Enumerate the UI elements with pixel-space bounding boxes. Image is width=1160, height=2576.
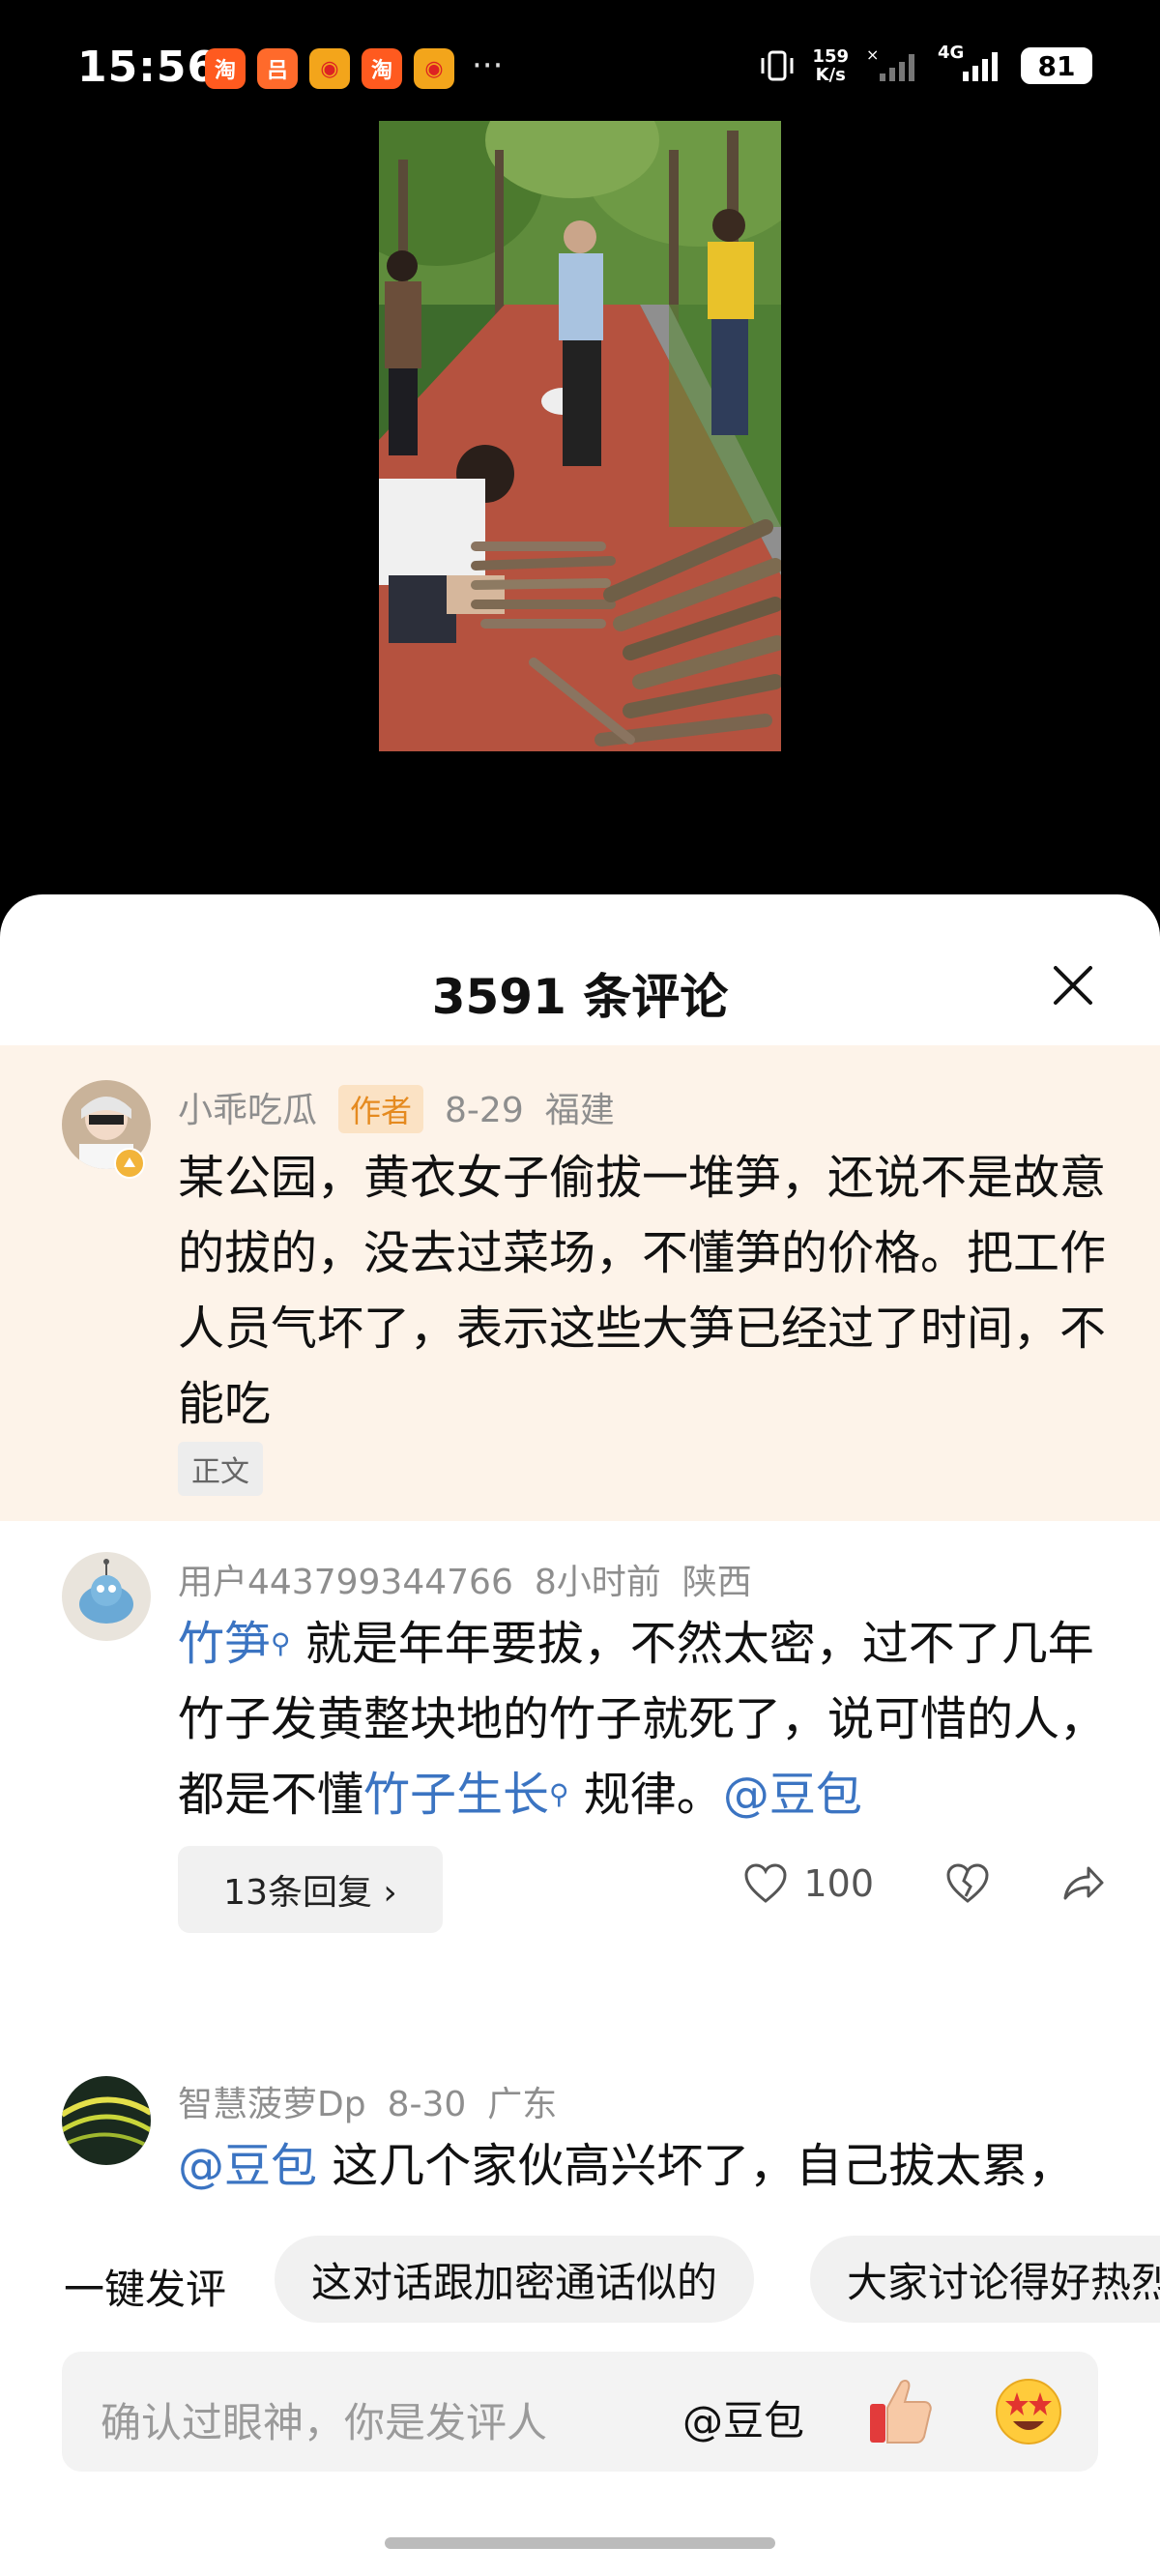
vibrate-icon (761, 50, 794, 81)
mention-link[interactable]: @豆包 (723, 1768, 862, 1822)
system-indicators: 159 K/s × 4G 81 (758, 43, 1092, 85)
net-speed: 159 K/s (812, 46, 849, 85)
signal-4g-icon: 4G (938, 43, 1005, 85)
comment-location: 广东 (487, 2085, 558, 2124)
view-replies-button[interactable]: 13条回复 › (178, 1846, 443, 1933)
search-small-icon: ⚲ (549, 1778, 569, 1810)
comment-text: 某公园，黄衣女子偷拔一堆笋，还说不是故意的拔的，没去过菜场，不懂笋的价格。把工作… (178, 1151, 1107, 1431)
comment-meta: 用户443799344766 8小时前 陕西 (178, 1554, 773, 1604)
comment-input-bar: 确认过眼神，你是发评人 @豆包 (0, 2332, 1160, 2576)
taobao-icon: 淘 (362, 48, 402, 89)
svg-text:×: × (866, 46, 879, 64)
username[interactable]: 智慧菠萝Dp (178, 2085, 366, 2124)
main-text-tag: 正文 (178, 1442, 263, 1496)
comment-actions: 100 (741, 1859, 1106, 1908)
comment-date: 8小时前 (534, 1563, 661, 1602)
comment-location: 福建 (544, 1091, 615, 1130)
quick-comment-chip[interactable]: 大家讨论得好热烈 (810, 2236, 1160, 2323)
weibo-icon: ◉ (414, 48, 454, 89)
author-comment: 小乖吃瓜 作者 8-29 福建 某公园，黄衣女子偷拔一堆笋，还说不是故意的拔的，没去过… (0, 1045, 1160, 1521)
close-icon[interactable] (1050, 962, 1096, 1009)
status-time: 15:56 (77, 43, 218, 92)
quick-comment-bar: 一键发评 这对话跟加密通话似的 大家讨论得好热烈 (0, 2226, 1160, 2332)
author-tag: 作者 (338, 1085, 424, 1133)
taobao-icon: 淘 (205, 48, 246, 89)
video-frame (379, 121, 781, 751)
comment-meta: 智慧菠萝Dp 8-30 广东 (178, 2076, 578, 2126)
topic-link[interactable]: 竹笋 (178, 1617, 271, 1671)
delivery-icon: 吕 (257, 48, 298, 89)
search-small-icon: ⚲ (271, 1627, 291, 1659)
comment-input-placeholder: 确认过眼神，你是发评人 (101, 2399, 548, 2446)
avatar[interactable] (62, 1552, 151, 1641)
like-icon[interactable] (741, 1859, 790, 1908)
comment-location: 陕西 (682, 1563, 752, 1602)
avatar[interactable] (62, 2076, 151, 2165)
username[interactable]: 用户443799344766 (178, 1563, 513, 1602)
username[interactable]: 小乖吃瓜 (178, 1091, 317, 1130)
quick-comment-chip[interactable]: 这对话跟加密通话似的 (275, 2236, 755, 2323)
share-icon[interactable] (1058, 1859, 1106, 1908)
quick-comment-label: 一键发评 (64, 2266, 227, 2313)
mention-link[interactable]: @豆包 (178, 2139, 317, 2193)
comments-count-title: 3591 条评论 (431, 969, 729, 1025)
video-player[interactable] (379, 121, 781, 751)
signal-weak-icon: × (866, 46, 914, 81)
mention-doubao-button[interactable]: @豆包 (682, 2388, 804, 2447)
comment-item: 智慧菠萝Dp 8-30 广东 @豆包 这几个家伙高兴坏了，自己拔太累， (0, 2066, 1160, 2226)
comment-date: 8-29 (445, 1091, 524, 1130)
dislike-icon[interactable] (943, 1859, 992, 1908)
like-count: 100 (803, 1862, 874, 1905)
comment-date: 8-30 (387, 2085, 467, 2124)
creator-badge-icon (114, 1148, 145, 1179)
home-indicator[interactable] (385, 2537, 775, 2549)
topic-link[interactable]: 竹子生长 (363, 1768, 549, 1822)
comment-text: 竹笋⚲ 就是年年要拔，不然太密，过不了几年竹子发黄整块地的竹子就死了，说可惜的人… (178, 1617, 1107, 1822)
thumbs-up-icon[interactable] (864, 2373, 936, 2450)
status-bar: 15:56 淘 吕 ◉ 淘 ◉ ··· 159 K/s × 4G 81 (0, 0, 1160, 135)
weibo-icon: ◉ (309, 48, 350, 89)
comment-text: @豆包 这几个家伙高兴坏了，自己拔太累， (178, 2139, 1075, 2193)
comment-meta: 小乖吃瓜 作者 8-29 福建 (178, 1082, 636, 1133)
notification-icons: 淘 吕 ◉ 淘 ◉ (205, 48, 454, 89)
more-notifications-icon: ··· (472, 46, 504, 85)
comment-input[interactable]: 确认过眼神，你是发评人 @豆包 (62, 2352, 1098, 2472)
battery-indicator: 81 (1021, 47, 1092, 84)
star-eyes-emoji-icon[interactable] (994, 2377, 1063, 2446)
